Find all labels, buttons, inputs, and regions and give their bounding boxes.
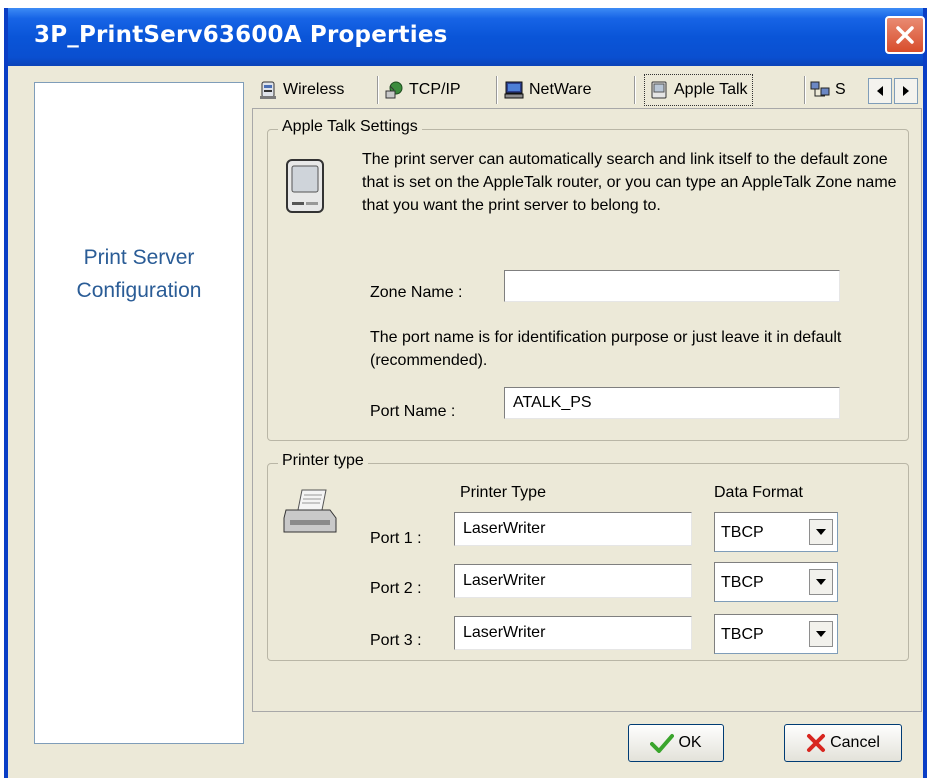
tab-wireless[interactable]: Wireless [258,74,344,106]
tab-label: Wireless [283,81,345,98]
apple-computer-icon [651,81,667,99]
printer-icon [283,489,337,533]
tab-divider [804,76,806,104]
window-title: 3P_PrintServ63600A Properties [34,22,448,48]
zone-name-label: Zone Name : [370,284,463,301]
banner-title-line1: Print Server [83,246,195,269]
wireless-adapter-icon [260,81,276,99]
port-name-input[interactable] [504,387,840,419]
cancel-button[interactable]: Cancel [784,724,902,762]
network-computers-icon [810,81,830,97]
arrow-left-icon [877,86,883,96]
close-button[interactable] [885,16,925,54]
tab-partial[interactable]: S [810,74,866,106]
dropdown-button[interactable] [809,519,833,545]
port-3-printer-input[interactable] [454,616,692,650]
tab-tcpip[interactable]: TCP/IP [384,74,461,106]
printer-type-column-header: Printer Type [460,484,546,501]
netware-computer-icon [504,81,524,99]
appletalk-tab-page: Apple Talk Settings The print server can… [252,108,922,712]
select-value: TBCP [721,626,764,643]
select-value: TBCP [721,574,764,591]
select-value: TBCP [721,524,764,541]
network-globe-icon [385,81,403,99]
tab-label: Apple Talk [674,81,748,98]
chevron-down-icon [816,579,826,585]
printer-type-group: Printer type Printer Type Data Format Po… [267,452,909,661]
cancel-x-icon [807,734,826,752]
port-2-printer-input[interactable] [454,564,692,598]
data-format-column-header: Data Format [714,484,803,501]
ok-label: OK [678,734,702,751]
properties-dialog: 3P_PrintServ63600A Properties Print Serv… [4,8,927,778]
port-3-label: Port 3 : [370,632,422,649]
tab-strip: Wireless TCP/IP NetWare Apple Talk S [252,74,922,108]
chevron-down-icon [816,529,826,535]
tab-appletalk[interactable]: Apple Talk [644,74,753,106]
title-bar[interactable]: 3P_PrintServ63600A Properties [8,8,925,66]
ok-button[interactable]: OK [628,724,724,762]
tab-label: S [835,81,846,98]
banner-title: Print Server Configuration [35,241,243,307]
port-1-data-format-select[interactable]: TBCP [714,512,838,552]
port-name-label: Port Name : [370,403,456,420]
tab-netware[interactable]: NetWare [504,74,592,106]
port-name-description: The port name is for identification purp… [370,329,842,369]
group-legend: Apple Talk Settings [278,118,422,136]
banner-title-line2: Configuration [76,279,202,302]
cancel-label: Cancel [830,734,880,751]
tab-label: TCP/IP [409,81,461,98]
port-1-label: Port 1 : [370,530,422,547]
left-banner: Print Server Configuration [34,82,244,744]
apple-computer-icon [286,159,324,213]
tab-divider [377,76,379,104]
checkmark-icon [650,734,675,753]
port-2-label: Port 2 : [370,580,422,597]
tab-divider [634,76,636,104]
group-legend: Printer type [278,452,368,470]
close-icon [896,26,914,44]
dropdown-button[interactable] [809,569,833,595]
chevron-down-icon [816,631,826,637]
appletalk-settings-group: Apple Talk Settings The print server can… [267,118,909,441]
port-3-data-format-select[interactable]: TBCP [714,614,838,654]
appletalk-description: The print server can automatically searc… [362,151,897,214]
dropdown-button[interactable] [809,621,833,647]
tab-divider [496,76,498,104]
tab-label: NetWare [529,81,592,98]
tab-scroll-right-button[interactable] [894,78,918,104]
arrow-right-icon [903,86,909,96]
tab-scroll-left-button[interactable] [868,78,892,104]
port-2-data-format-select[interactable]: TBCP [714,562,838,602]
zone-name-input[interactable] [504,270,840,302]
port-1-printer-input[interactable] [454,512,692,546]
